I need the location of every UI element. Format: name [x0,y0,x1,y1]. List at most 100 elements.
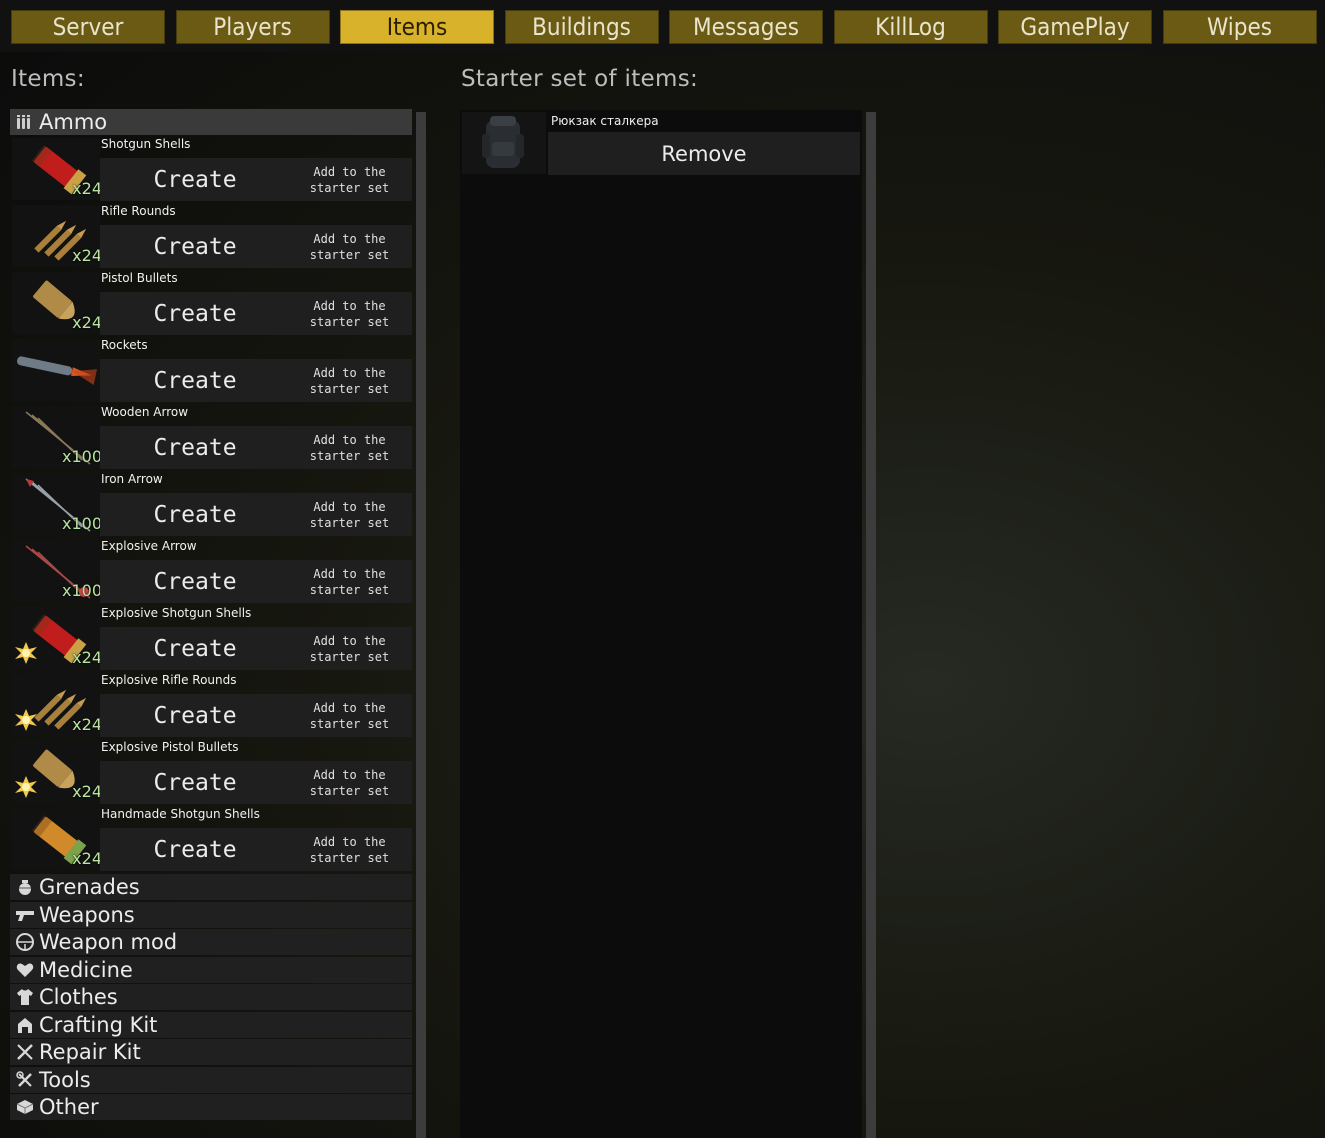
item-name: Wooden Arrow [101,405,189,419]
create-button[interactable]: Create [100,828,290,871]
item-name: Shotgun Shells [101,137,191,151]
starter-item-row: Рюкзак сталкера Remove [460,110,862,176]
grenade-icon [14,876,36,898]
add-to-starter-set-button[interactable]: Add to the starter set [292,292,407,335]
box-icon [14,1096,36,1118]
item-quantity: x100 [61,447,102,466]
category-weapon-mod[interactable]: Weapon mod [10,929,412,955]
create-button[interactable]: Create [100,225,290,268]
item-name: Explosive Shotgun Shells [101,606,252,620]
explosive-pistol-bullet-icon: x24 [12,741,102,803]
item-quantity: x24 [72,648,102,667]
create-button[interactable]: Create [100,359,290,402]
tab-killlog[interactable]: KillLog [833,10,988,44]
add-to-starter-set-button[interactable]: Add to the starter set [292,761,407,804]
item-actions: Create Add to the starter set [100,292,412,335]
category-label: Weapons [39,902,135,927]
add-to-starter-set-button[interactable]: Add to the starter set [292,426,407,469]
add-label-line1: Add to the [313,700,386,715]
add-label-line2: starter set [309,247,390,262]
tab-wipes[interactable]: Wipes [1162,10,1317,44]
create-button[interactable]: Create [100,426,290,469]
category-label: Ammo [39,110,108,134]
starter-set-title: Starter set of items: [461,66,699,92]
items-list-scrollbar[interactable] [416,112,426,1138]
item-name: Pistol Bullets [101,271,178,285]
create-button[interactable]: Create [100,627,290,670]
item-name: Explosive Rifle Rounds [101,673,237,687]
starter-set-scrollbar[interactable] [866,112,876,1138]
item-actions: Create Add to the starter set [100,493,412,536]
item-name: Rifle Rounds [101,204,176,218]
explosive-shotgun-shell-icon: x24 [12,607,102,669]
tab-gameplay[interactable]: GamePlay [998,10,1152,44]
item-actions: Create Add to the starter set [100,694,412,737]
tab-players[interactable]: Players [175,10,330,44]
add-to-starter-set-button[interactable]: Add to the starter set [292,158,407,201]
add-to-starter-set-button[interactable]: Add to the starter set [292,225,407,268]
shotgun-shell-icon: x24 [12,138,102,200]
tab-items[interactable]: Items [340,10,494,44]
rifle-rounds-icon: x24 [12,205,102,267]
item-name: Iron Arrow [101,472,163,486]
wrench-icon [14,1041,36,1063]
category-clothes[interactable]: Clothes [10,984,412,1010]
tab-messages[interactable]: Messages [669,10,823,44]
add-label-line2: starter set [309,716,390,731]
add-to-starter-set-button[interactable]: Add to the starter set [292,359,407,402]
category-medicine[interactable]: Medicine [10,956,412,983]
add-to-starter-set-button[interactable]: Add to the starter set [292,828,407,871]
tab-server[interactable]: Server [11,10,165,44]
add-to-starter-set-button[interactable]: Add to the starter set [292,560,407,603]
category-label: Weapon mod [39,930,178,954]
create-button[interactable]: Create [100,560,290,603]
add-label-line1: Add to the [313,834,386,849]
item-quantity: x24 [72,313,102,332]
create-button[interactable]: Create [100,292,290,335]
item-actions: Create Add to the starter set [100,359,412,402]
item-name: Explosive Arrow [101,539,197,553]
create-button[interactable]: Create [100,761,290,804]
add-to-starter-set-button[interactable]: Add to the starter set [292,627,407,670]
item-quantity: x24 [72,246,102,265]
add-label-line1: Add to the [313,164,386,179]
item-quantity: x100 [61,514,102,533]
tab-buildings[interactable]: Buildings [504,10,659,44]
item-row: x24 Explosive Rifle Rounds Create Add to th… [10,672,412,739]
category-repair-kit[interactable]: Repair Kit [10,1039,412,1065]
scope-icon [14,931,36,953]
create-button[interactable]: Create [100,493,290,536]
add-label-line2: starter set [309,850,390,865]
add-label-line2: starter set [309,582,390,597]
item-name: Rockets [101,338,148,352]
category-weapons[interactable]: Weapons [10,901,412,928]
category-grenades[interactable]: Grenades [10,874,412,900]
item-quantity: x24 [72,782,102,801]
category-label: Tools [39,1067,91,1092]
category-crafting-kit[interactable]: Crafting Kit [10,1011,412,1038]
workbench-icon [14,1014,36,1036]
ammo-icon [14,111,36,133]
add-to-starter-set-button[interactable]: Add to the starter set [292,493,407,536]
top-navigation: Server Players Items Buildings Messages KillL… [0,0,1325,52]
category-label: Clothes [39,985,118,1009]
tools-icon [14,1069,36,1091]
item-row: x24 Rifle Rounds Create Add to the starter s… [10,203,412,270]
create-button[interactable]: Create [100,694,290,737]
category-label: Medicine [39,957,133,982]
remove-button[interactable]: Remove [548,132,860,175]
starter-item-name: Рюкзак сталкера [551,114,659,128]
add-to-starter-set-button[interactable]: Add to the starter set [292,694,407,737]
category-ammo[interactable]: Ammo [10,109,412,135]
add-label-line1: Add to the [313,566,386,581]
category-tools[interactable]: Tools [10,1066,412,1093]
item-row: Rockets Create Add to the starter set [10,337,412,404]
item-row: x24 Handmade Shotgun Shells Create Add to t… [10,806,412,873]
add-label-line1: Add to the [313,298,386,313]
category-other[interactable]: Other [10,1094,412,1120]
item-row: x100 Explosive Arrow Create Add to the start… [10,538,412,605]
create-button[interactable]: Create [100,158,290,201]
item-actions: Create Add to the starter set [100,828,412,871]
explosive-arrow-icon: x100 [12,540,102,602]
add-label-line2: starter set [309,314,390,329]
